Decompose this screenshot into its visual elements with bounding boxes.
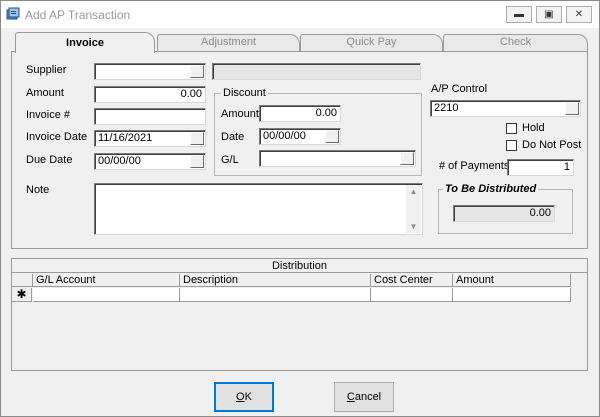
- invoice-number-input[interactable]: [94, 108, 206, 125]
- discount-gl-combo[interactable]: [259, 150, 416, 167]
- to-be-distributed-value: 0.00: [453, 205, 555, 222]
- scroll-down-icon[interactable]: ▼: [406, 222, 421, 231]
- close-icon: ✕: [574, 9, 584, 20]
- discount-amount-label: Amount: [221, 108, 259, 120]
- amount-label: Amount: [26, 87, 64, 99]
- minimize-icon: ▬: [514, 9, 524, 20]
- new-row-description-cell[interactable]: [180, 288, 371, 302]
- discount-amount-input[interactable]: 0.00: [259, 105, 341, 122]
- tab-check[interactable]: Check: [443, 34, 588, 51]
- due-date-label: Due Date: [26, 154, 73, 166]
- new-row-amount-cell[interactable]: [453, 288, 571, 302]
- ap-control-label: A/P Control: [431, 83, 488, 95]
- note-scrollbar[interactable]: ▲ ▼: [406, 185, 421, 233]
- discount-date-label: Date: [221, 131, 245, 143]
- payments-label: # of Payments: [439, 160, 510, 172]
- tab-quick-pay[interactable]: Quick Pay: [300, 34, 443, 51]
- invoice-number-label: Invoice #: [26, 109, 71, 121]
- ap-control-combo[interactable]: 2210: [430, 100, 581, 117]
- amount-input[interactable]: 0.00: [94, 86, 206, 103]
- restore-icon: ▣: [544, 9, 554, 20]
- ok-button[interactable]: OK: [214, 382, 274, 412]
- column-header-cost-center[interactable]: Cost Center: [371, 274, 453, 287]
- ap-control-dropdown-button[interactable]: [565, 102, 579, 115]
- payments-input[interactable]: 1: [507, 159, 574, 176]
- column-header-description[interactable]: Description: [180, 274, 371, 287]
- do-not-post-checkbox[interactable]: [506, 140, 517, 151]
- scroll-up-icon[interactable]: ▲: [406, 187, 421, 196]
- ap-control-value: 2210: [434, 102, 459, 114]
- discount-date-value: 00/00/00: [263, 130, 306, 142]
- column-header-gl-account[interactable]: G/L Account: [33, 274, 180, 287]
- to-be-distributed-title: To Be Distributed: [443, 183, 539, 195]
- note-textarea[interactable]: ▲ ▼: [94, 183, 423, 235]
- ok-label: K: [244, 391, 252, 403]
- hold-label: Hold: [522, 122, 545, 134]
- supplier-combo[interactable]: [94, 63, 206, 80]
- distribution-grid[interactable]: Distribution G/L Account Description Cos…: [11, 258, 588, 371]
- supplier-label: Supplier: [26, 64, 67, 76]
- discount-date-dropdown-button[interactable]: [325, 130, 339, 143]
- new-row-gl-account-cell[interactable]: [33, 288, 180, 302]
- discount-group-title: Discount: [221, 87, 268, 99]
- tab-invoice[interactable]: Invoice: [15, 32, 155, 53]
- do-not-post-label: Do Not Post: [522, 139, 582, 151]
- ok-mnemonic: O: [236, 391, 245, 403]
- invoice-date-dropdown-button[interactable]: [190, 132, 204, 145]
- window-title: Add AP Transaction: [25, 8, 131, 22]
- supplier-dropdown-button[interactable]: [190, 65, 204, 78]
- new-row-marker-icon: ✱: [12, 288, 32, 302]
- supplier-name-field: [212, 63, 421, 80]
- app-window: Add AP Transaction ▬ ▣ ✕ Invoice Adjustm…: [0, 0, 600, 417]
- cancel-button[interactable]: Cancel: [334, 382, 394, 412]
- close-button[interactable]: ✕: [566, 6, 592, 23]
- ap-app-icon: [6, 7, 20, 20]
- minimize-button[interactable]: ▬: [506, 6, 532, 23]
- tab-adjustment[interactable]: Adjustment: [157, 34, 300, 51]
- due-date-combo[interactable]: 00/00/00: [94, 153, 206, 170]
- discount-gl-label: G/L: [221, 154, 239, 166]
- invoice-date-value: 11/16/2021: [98, 132, 153, 144]
- grid-corner: [12, 274, 33, 287]
- distribution-caption: Distribution: [12, 259, 587, 273]
- cancel-mnemonic: C: [346, 391, 355, 403]
- discount-date-combo[interactable]: 00/00/00: [259, 128, 341, 145]
- column-header-amount[interactable]: Amount: [453, 274, 571, 287]
- new-row-cost-center-cell[interactable]: [371, 288, 453, 302]
- discount-gl-dropdown-button[interactable]: [400, 152, 414, 165]
- title-bar[interactable]: Add AP Transaction ▬ ▣ ✕: [1, 1, 599, 28]
- cancel-label: ancel: [354, 391, 382, 403]
- restore-button[interactable]: ▣: [536, 6, 562, 23]
- note-label: Note: [26, 184, 50, 196]
- due-date-value: 00/00/00: [98, 155, 141, 167]
- hold-checkbox[interactable]: [506, 123, 517, 134]
- due-date-dropdown-button[interactable]: [190, 155, 204, 168]
- invoice-date-label: Invoice Date: [26, 131, 88, 143]
- invoice-date-combo[interactable]: 11/16/2021: [94, 130, 206, 147]
